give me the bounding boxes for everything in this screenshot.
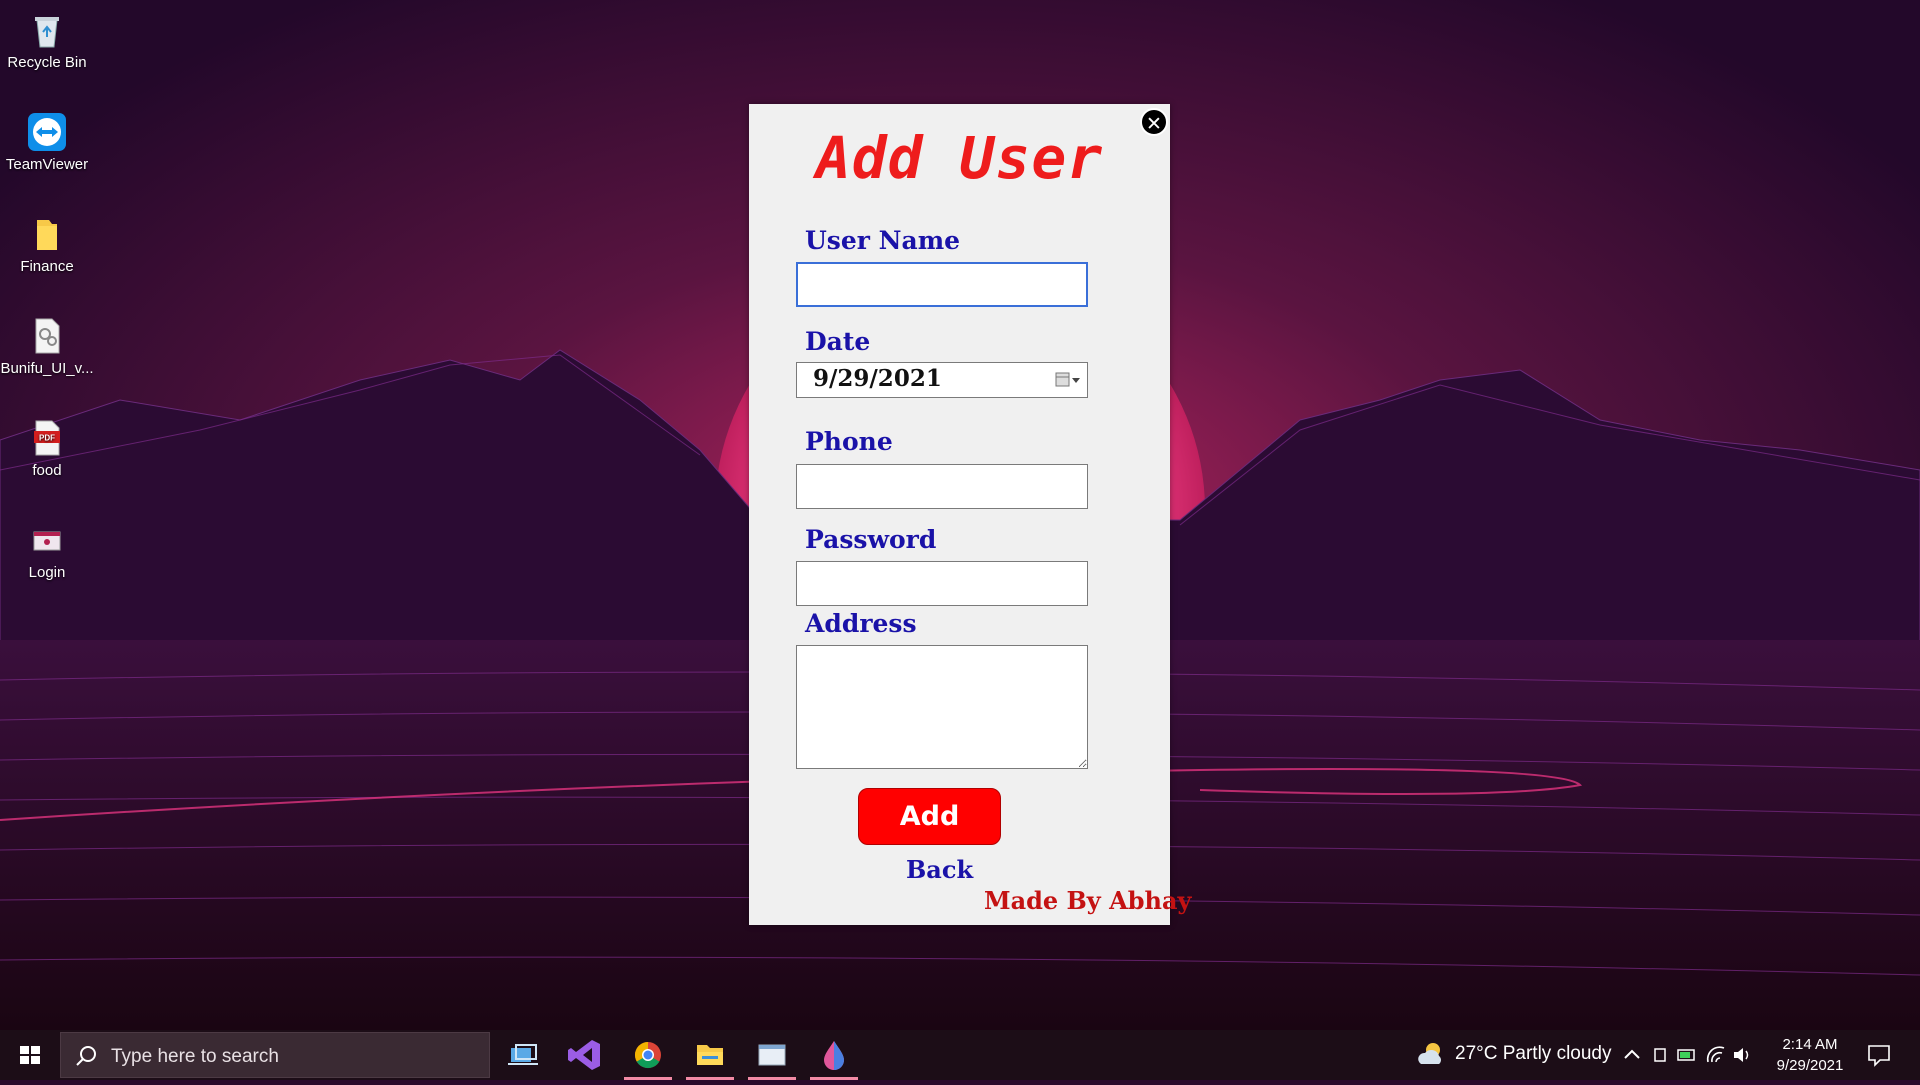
visual-studio-icon [568,1040,600,1070]
chevron-up-icon [1624,1049,1640,1059]
notification-icon[interactable] [1866,1042,1892,1068]
folder-icon [37,220,57,250]
taskbar-search-box[interactable]: Type here to search [60,1032,490,1078]
windows-logo-icon [20,1046,40,1064]
dialog-title: Add User [815,124,1104,192]
desktop-icon-label: Bunifu_UI_v... [0,360,94,377]
desktop-icon-login[interactable]: Login [0,514,94,581]
meet-icon [1654,1048,1666,1062]
desktop-icon-finance[interactable]: Finance [0,208,94,275]
weather-text[interactable]: 27°C Partly cloudy [1455,1043,1612,1065]
clock-date: 9/29/2021 [1776,1057,1844,1074]
password-label: Password [805,525,937,554]
desktop-icon-teamviewer[interactable]: TeamViewer [0,106,94,173]
task-view-icon [508,1044,538,1065]
wifi-icon [1706,1046,1725,1063]
desktop-icon-food[interactable]: PDF food [0,412,94,479]
username-input[interactable] [796,262,1088,307]
desktop-icon-label: Recycle Bin [7,54,87,71]
username-label: User Name [805,226,961,255]
desktop-icon-recycle-bin[interactable]: Recycle Bin [0,4,94,71]
credit-text: Made By Abhay [984,886,1192,915]
taskbar-app-paint[interactable] [804,1030,864,1080]
date-value: 9/29/2021 [813,365,942,392]
taskbar-app-file-explorer[interactable] [680,1030,740,1080]
desktop-icon-label: TeamViewer [5,156,89,173]
partly-cloudy-icon[interactable] [1417,1040,1447,1068]
address-input[interactable] [796,645,1088,769]
clock-time: 2:14 AM [1782,1036,1838,1053]
search-icon [76,1046,96,1066]
desktop-icon-label: food [32,462,62,479]
taskbar-app-visual-studio[interactable] [556,1030,616,1080]
password-input[interactable] [796,561,1088,606]
app-window-icon [33,531,61,551]
date-label: Date [805,327,871,356]
taskbar-app-chrome[interactable] [618,1030,678,1080]
phone-input[interactable] [796,464,1088,509]
svg-text:PDF: PDF [39,434,55,443]
address-label: Address [805,609,917,638]
recycle-bin-icon [35,17,59,48]
desktop-icon-bunifu[interactable]: Bunifu_UI_v... [0,310,94,377]
phone-label: Phone [805,427,893,456]
date-picker[interactable]: 9/29/2021 [796,362,1088,398]
file-explorer-icon [697,1045,723,1065]
add-user-dialog: ✕ Add User User Name Date 9/29/2021 Phon… [749,104,1191,925]
settings-file-icon [35,318,60,354]
window-app-icon [758,1044,786,1066]
chrome-icon [634,1041,661,1069]
search-placeholder: Type here to search [111,1046,279,1067]
taskbar-app-task-view[interactable] [494,1030,554,1080]
desktop-icon-label: Login [28,564,66,581]
add-button[interactable]: Add [858,788,1001,845]
calendar-dropdown-icon[interactable] [1055,371,1081,389]
speaker-icon [1734,1048,1743,1062]
back-link[interactable]: Back [906,855,973,884]
start-button[interactable] [0,1030,60,1080]
taskbar-clock[interactable]: 2:14 AM 9/29/2021 [1760,1034,1860,1076]
taskbar-app-window[interactable] [742,1030,802,1080]
taskbar: Type here to search 27°C Partly cloudy 2… [0,1030,1920,1080]
desktop-icon-label: Finance [20,258,74,275]
pdf-file-icon: PDF [34,420,60,456]
system-tray[interactable] [1620,1042,1760,1068]
paint-drop-icon [824,1041,844,1070]
teamviewer-icon [28,113,66,151]
